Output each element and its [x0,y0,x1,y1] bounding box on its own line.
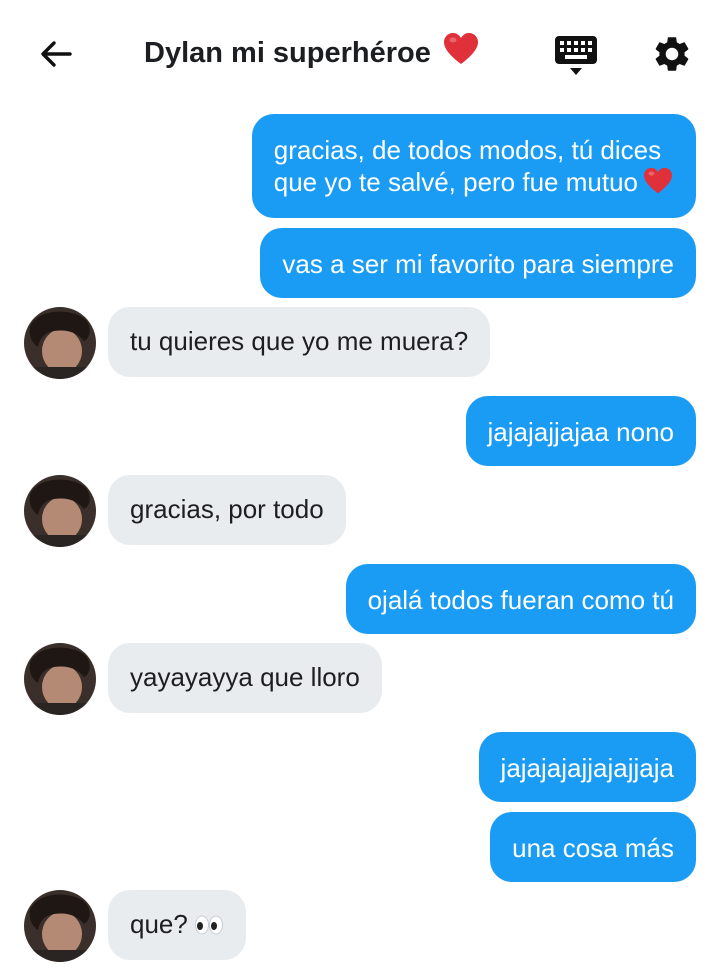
back-button[interactable] [36,34,76,74]
message-text: jajajajajjajajjaja [500,753,674,783]
avatar-photo [24,475,96,547]
conversation-title[interactable]: Dylan mi superhéroe [144,32,479,73]
message-bubble-incoming[interactable]: que? [108,890,246,960]
avatar-photo [24,307,96,379]
contact-avatar[interactable] [24,307,96,379]
message-text: una cosa más [512,833,674,863]
message-text: yayayayya que lloro [130,662,360,692]
message-text: jajajajjajaa nono [487,417,674,447]
contact-avatar[interactable] [24,643,96,715]
contact-name: Dylan mi superhéroe [144,37,431,69]
message-text: tu quieres que yo me muera? [130,326,469,356]
message-line: que yo te salvé, pero fue mutuo [273,167,638,197]
chat-header: Dylan mi superhéroe [0,0,720,104]
arrow-left-icon [41,41,72,67]
message-bubble-incoming[interactable]: tu quieres que yo me muera? [108,307,491,377]
red-heart-icon [443,33,478,64]
contact-avatar[interactable] [24,890,96,962]
settings-button[interactable] [651,33,693,75]
keyboard-toggle-button[interactable] [553,34,599,78]
message-bubble-incoming[interactable]: gracias, por todo [108,475,346,545]
gear-icon [655,37,689,71]
avatar-photo [24,643,96,715]
message-bubble-outgoing[interactable]: vas a ser mi favorito para siempre [260,228,696,298]
eyes-icon [194,915,223,935]
message-bubble-outgoing[interactable]: jajajajajjajajjaja [478,732,696,802]
message-bubble-outgoing[interactable]: jajajajjajaa nono [465,396,696,466]
message-text: ojalá todos fueran como tú [367,585,674,615]
message-line: gracias, de todos modos, tú dices [273,135,662,165]
red-heart-icon [644,167,672,194]
message-bubble-incoming[interactable]: yayayayya que lloro [108,643,382,713]
message-bubble-outgoing[interactable]: una cosa más [490,812,696,882]
avatar-photo [24,890,96,962]
message-text: que? [130,909,188,939]
message-bubble-outgoing[interactable]: ojalá todos fueran como tú [345,564,696,634]
message-bubble-outgoing[interactable]: gracias, de todos modos, tú dices que yo… [251,114,696,218]
contact-avatar[interactable] [24,475,96,547]
message-text: vas a ser mi favorito para siempre [282,249,674,279]
keyboard-icon [555,36,597,75]
message-text: gracias, por todo [130,494,324,524]
